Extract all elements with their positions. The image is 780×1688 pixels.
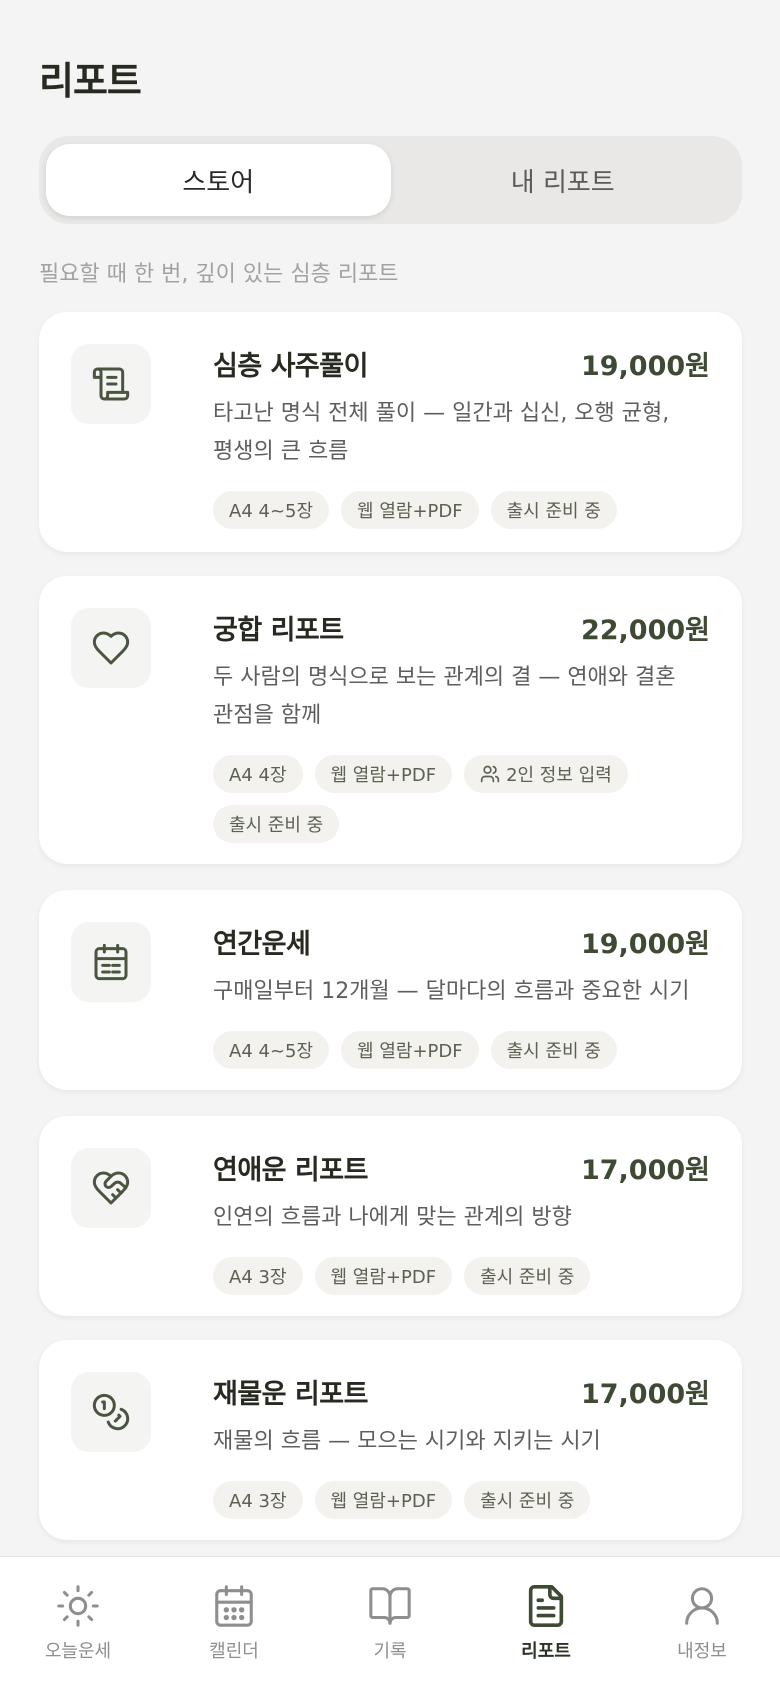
calendar-icon — [71, 922, 151, 1002]
report-card-compatibility[interactable]: 궁합 리포트 22,000원 두 사람의 명식으로 보는 관계의 결 — 연애와… — [39, 576, 742, 864]
sun-icon — [57, 1585, 99, 1627]
chip-label: 2인 정보 입력 — [506, 765, 612, 786]
card-title: 심층 사주풀이 — [213, 351, 368, 382]
bottom-tab-bar: 오늘운세 캘린더 기록 리포트 내정보 — [0, 1556, 780, 1688]
report-card-saju[interactable]: 심층 사주풀이 19,000원 타고난 명식 전체 풀이 — 일간과 십신, 오… — [39, 312, 742, 552]
card-price: 17,000원 — [580, 1155, 710, 1186]
report-card-love[interactable]: 연애운 리포트 17,000원 인연의 흐름과 나에게 맞는 관계의 방향 A4… — [39, 1116, 742, 1316]
card-price: 19,000원 — [580, 929, 710, 960]
report-card-yearly[interactable]: 연간운세 19,000원 구매일부터 12개월 — 달마다의 흐름과 중요한 시… — [39, 890, 742, 1090]
chip-pages: A4 3장 — [213, 1257, 303, 1295]
card-price: 17,000원 — [580, 1379, 710, 1410]
card-description: 타고난 명식 전체 풀이 — 일간과 십신, 오행 균형, 평생의 큰 흐름 — [213, 401, 670, 464]
card-description: 구매일부터 12개월 — 달마다의 흐름과 중요한 시기 — [213, 979, 690, 1004]
card-title: 연애운 리포트 — [213, 1155, 368, 1186]
user-icon — [685, 1587, 719, 1625]
chip-list: A4 3장 웹 열람+PDF 출시 준비 중 — [213, 1257, 710, 1295]
chip-list: A4 4장 웹 열람+PDF 2인 정보 입력 출시 준비 중 — [213, 755, 710, 843]
chip-pages: A4 4장 — [213, 755, 303, 793]
chip-pages: A4 4~5장 — [213, 491, 330, 529]
coins-icon — [71, 1372, 151, 1452]
scroll-icon — [71, 344, 151, 424]
chip-list: A4 4~5장 웹 열람+PDF 출시 준비 중 — [213, 491, 710, 529]
segmented-control: 스토어 내 리포트 — [39, 136, 742, 224]
card-description: 두 사람의 명식으로 보는 관계의 결 — 연애와 결혼 관점을 함께 — [213, 665, 676, 728]
chip-status: 출시 준비 중 — [490, 491, 617, 529]
tab-today-fortune[interactable]: 오늘운세 — [0, 1557, 156, 1688]
heart-handshake-icon — [71, 1148, 151, 1228]
report-card-wealth[interactable]: 재물운 리포트 17,000원 재물의 흐름 — 모으는 시기와 지키는 시기 … — [39, 1340, 742, 1540]
calendar-icon — [215, 1585, 253, 1627]
chip-format: 웹 열람+PDF — [314, 755, 453, 793]
card-description: 인연의 흐름과 나에게 맞는 관계의 방향 — [213, 1205, 572, 1230]
tab-calendar[interactable]: 캘린더 — [156, 1557, 312, 1688]
tab-label: 기록 — [373, 1641, 407, 1662]
tab-store[interactable]: 스토어 — [46, 144, 391, 216]
chip-format: 웹 열람+PDF — [314, 1481, 453, 1519]
card-price: 22,000원 — [580, 615, 710, 646]
tab-label: 내정보 — [677, 1641, 727, 1662]
card-description: 재물의 흐름 — 모으는 시기와 지키는 시기 — [213, 1429, 601, 1454]
card-title: 연간운세 — [213, 929, 311, 960]
chip-status: 출시 준비 중 — [464, 1481, 591, 1519]
tab-label: 리포트 — [521, 1641, 571, 1662]
chip-list: A4 3장 웹 열람+PDF 출시 준비 중 — [213, 1481, 710, 1519]
tab-label: 오늘운세 — [44, 1641, 112, 1662]
card-title: 궁합 리포트 — [213, 615, 344, 646]
card-price: 19,000원 — [580, 351, 710, 382]
heart-icon — [71, 608, 151, 688]
users-icon — [480, 765, 500, 783]
subtitle: 필요할 때 한 번, 깊이 있는 심층 리포트 — [39, 262, 399, 287]
card-title: 재물운 리포트 — [213, 1379, 368, 1410]
chip-two-person: 2인 정보 입력 — [464, 755, 628, 793]
document-icon — [528, 1585, 564, 1627]
chip-format: 웹 열람+PDF — [341, 491, 479, 529]
chip-format: 웹 열람+PDF — [341, 1031, 479, 1069]
tab-records[interactable]: 기록 — [312, 1557, 468, 1688]
tab-report[interactable]: 리포트 — [468, 1557, 624, 1688]
chip-status: 출시 준비 중 — [490, 1031, 617, 1069]
book-icon — [369, 1587, 411, 1625]
chip-list: A4 4~5장 웹 열람+PDF 출시 준비 중 — [213, 1031, 710, 1069]
tab-my-reports[interactable]: 내 리포트 — [391, 144, 736, 216]
chip-pages: A4 3장 — [213, 1481, 303, 1519]
tab-label: 캘린더 — [209, 1641, 259, 1662]
chip-pages: A4 4~5장 — [213, 1031, 330, 1069]
chip-format: 웹 열람+PDF — [314, 1257, 453, 1295]
chip-status: 출시 준비 중 — [213, 805, 340, 843]
chip-status: 출시 준비 중 — [464, 1257, 591, 1295]
page-title: 리포트 — [39, 59, 142, 103]
tab-my-info[interactable]: 내정보 — [624, 1557, 780, 1688]
